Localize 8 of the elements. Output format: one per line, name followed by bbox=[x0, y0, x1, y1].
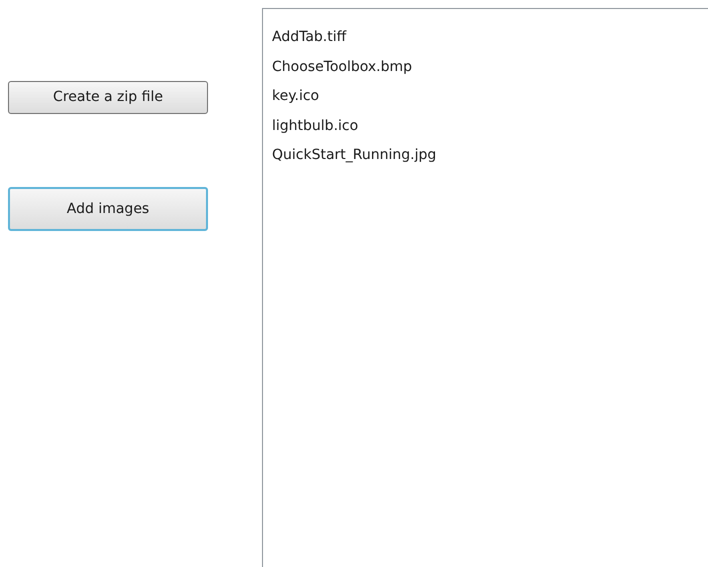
file-list[interactable]: AddTab.tiff ChooseToolbox.bmp key.ico lightbulb.ico QuickStart_Running.jpg bbox=[262, 8, 708, 567]
file-item[interactable]: ChooseToolbox.bmp bbox=[272, 56, 412, 86]
file-item[interactable]: key.ico bbox=[272, 86, 320, 116]
file-item[interactable]: AddTab.tiff bbox=[272, 27, 346, 56]
file-item[interactable]: QuickStart_Running.jpg bbox=[272, 145, 436, 174]
file-item[interactable]: lightbulb.ico bbox=[272, 116, 358, 145]
action-button[interactable]: Create a zip file bbox=[8, 81, 208, 114]
action-button[interactable]: Add images bbox=[8, 187, 208, 231]
